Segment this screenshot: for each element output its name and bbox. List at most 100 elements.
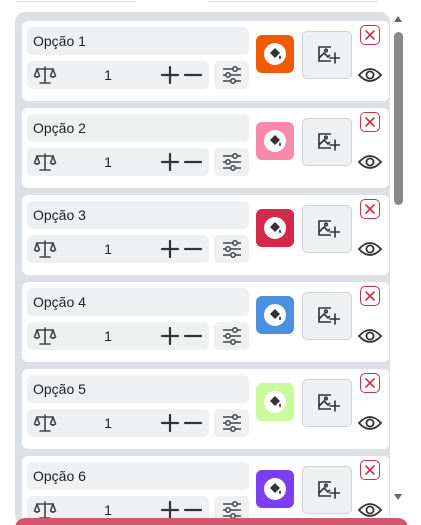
color-picker-badge [264,391,286,413]
color-picker-button[interactable] [256,383,294,421]
option-name-input[interactable]: Opção 2 [27,114,249,142]
sliders-icon [223,327,241,345]
weight-value: 1 [104,241,112,257]
paint-bucket-icon [270,483,281,495]
option-card-4: Opção 4 1 [22,282,389,362]
add-image-button[interactable] [302,379,352,427]
scrollbar[interactable] [391,12,405,510]
eye-icon[interactable] [357,500,383,520]
option-name-input[interactable]: Opção 3 [27,201,249,229]
top-edge-right [208,0,378,2]
image-add-icon [318,46,340,64]
settings-button[interactable] [214,235,249,263]
option-name-input[interactable]: Opção 5 [27,375,249,403]
remove-option-button[interactable] [360,112,380,132]
plus-icon[interactable] [159,65,181,85]
plus-icon[interactable] [159,239,181,259]
weight-value: 1 [104,67,112,83]
option-card-1: Opção 1 1 [22,21,389,101]
eye-icon[interactable] [357,152,383,172]
color-picker-button[interactable] [256,470,294,508]
weight-control: 1 [27,322,209,350]
weight-control: 1 [27,61,209,89]
minus-icon[interactable] [182,65,204,85]
color-picker-button[interactable] [256,296,294,334]
plus-icon[interactable] [159,500,181,520]
scroll-down-arrow-icon[interactable] [394,494,402,500]
scale-icon [33,414,57,432]
scale-icon [33,153,57,171]
remove-option-button[interactable] [360,373,380,393]
settings-button[interactable] [214,61,249,89]
scrollbar-thumb[interactable] [394,32,403,205]
close-icon [365,204,375,214]
color-picker-button[interactable] [256,209,294,247]
option-name-input[interactable]: Opção 4 [27,288,249,316]
weight-control: 1 [27,235,209,263]
option-name-input[interactable]: Opção 1 [27,27,249,55]
sliders-icon [223,153,241,171]
add-image-button[interactable] [302,292,352,340]
minus-icon[interactable] [182,413,204,433]
paint-bucket-icon [270,135,281,147]
add-image-button[interactable] [302,118,352,166]
weight-value: 1 [104,415,112,431]
remove-option-button[interactable] [360,460,380,480]
plus-icon[interactable] [159,326,181,346]
add-image-button[interactable] [302,466,352,514]
option-card-5: Opção 5 1 [22,369,389,449]
minus-icon[interactable] [182,500,204,520]
eye-icon[interactable] [357,239,383,259]
color-picker-badge [264,304,286,326]
plus-icon[interactable] [159,413,181,433]
settings-button[interactable] [214,148,249,176]
add-image-button[interactable] [302,205,352,253]
scroll-up-arrow-icon[interactable] [394,16,402,22]
remove-option-button[interactable] [360,286,380,306]
color-picker-badge [264,478,286,500]
minus-icon[interactable] [182,152,204,172]
option-card-2: Opção 2 1 [22,108,389,188]
color-picker-badge [264,217,286,239]
scale-icon [33,501,57,519]
image-add-icon [318,133,340,151]
weight-value: 1 [104,328,112,344]
option-name-input[interactable]: Opção 6 [27,462,249,490]
minus-icon[interactable] [182,239,204,259]
bottom-action-button[interactable] [15,518,408,525]
color-picker-badge [264,43,286,65]
add-image-button[interactable] [302,31,352,79]
color-picker-button[interactable] [256,122,294,160]
paint-bucket-icon [270,309,281,321]
plus-icon[interactable] [159,152,181,172]
eye-icon[interactable] [357,413,383,433]
options-editor: Opção 1 1 Opção 2 1 Opção 3 1 Opção 4 1 … [0,0,421,525]
scale-icon [33,66,57,84]
minus-icon[interactable] [182,326,204,346]
image-add-icon [318,220,340,238]
close-icon [365,291,375,301]
sliders-icon [223,414,241,432]
image-add-icon [318,394,340,412]
sliders-icon [223,66,241,84]
close-icon [365,117,375,127]
weight-value: 1 [104,154,112,170]
image-add-icon [318,307,340,325]
sliders-icon [223,240,241,258]
paint-bucket-icon [270,222,281,234]
eye-icon[interactable] [357,326,383,346]
eye-icon[interactable] [357,65,383,85]
settings-button[interactable] [214,322,249,350]
color-picker-button[interactable] [256,35,294,73]
option-card-6: Opção 6 1 [22,456,389,525]
remove-option-button[interactable] [360,199,380,219]
settings-button[interactable] [214,409,249,437]
close-icon [365,465,375,475]
top-edge [0,0,421,2]
scale-icon [33,240,57,258]
option-card-3: Opção 3 1 [22,195,389,275]
paint-bucket-icon [270,48,281,60]
weight-control: 1 [27,409,209,437]
close-icon [365,30,375,40]
remove-option-button[interactable] [360,25,380,45]
